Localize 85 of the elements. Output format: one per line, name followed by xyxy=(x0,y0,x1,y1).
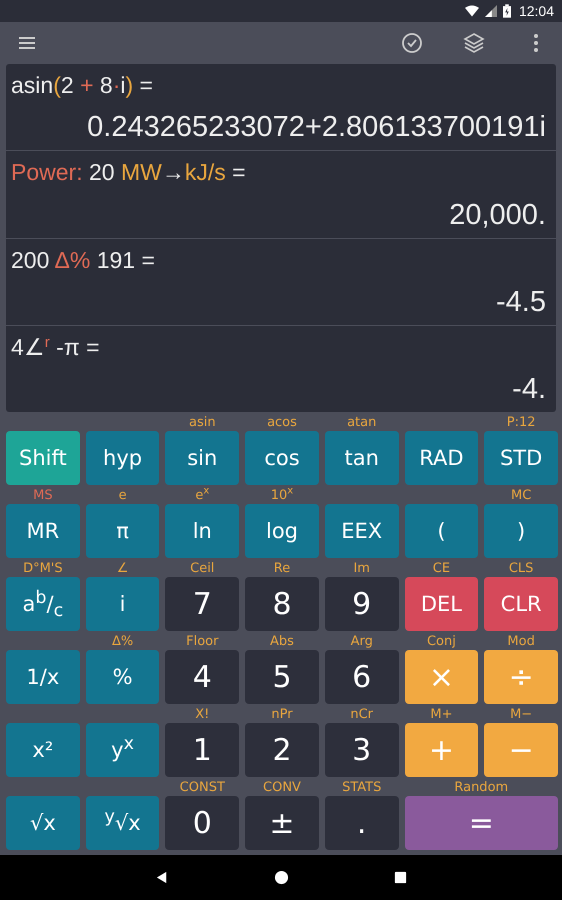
shift-label: CONV xyxy=(263,779,301,796)
expression: 4∠$^{r}$ -π = xyxy=(11,334,101,361)
shift-label: X! xyxy=(195,706,210,723)
shift-label: Conj xyxy=(426,633,456,650)
expression: Power: 20 MW→kJ/s = xyxy=(11,159,247,186)
key-button[interactable]: 7 xyxy=(165,577,240,631)
shift-label: CONST xyxy=(180,779,225,796)
result: -4. xyxy=(511,373,546,406)
key-button[interactable]: . xyxy=(324,796,399,850)
shift-label: Random xyxy=(454,779,508,796)
signal-icon xyxy=(484,5,498,17)
home-icon[interactable] xyxy=(274,870,288,885)
key-button[interactable]: Shift xyxy=(6,431,80,485)
shift-label: e xyxy=(118,487,127,504)
shift-label: D°M'S xyxy=(23,560,63,577)
key-button[interactable]: i xyxy=(86,577,160,631)
key-button[interactable]: $^{y}$√x xyxy=(86,796,160,850)
shift-label: CLS xyxy=(508,560,534,577)
shift-label: CE xyxy=(432,560,450,577)
shift-label: 10$^{x}$ xyxy=(270,487,294,504)
key-button[interactable]: 0 xyxy=(165,796,240,850)
key-button[interactable]: hyp xyxy=(86,431,160,485)
result: -4.5 xyxy=(495,286,546,319)
recents-icon[interactable] xyxy=(392,870,408,885)
key-button[interactable]: 1 xyxy=(165,723,240,777)
key-button[interactable]: tan xyxy=(324,431,399,485)
clock-icon[interactable] xyxy=(400,31,424,55)
shift-label: P:12 xyxy=(506,414,536,431)
key-button[interactable]: 4 xyxy=(165,650,240,704)
key-button[interactable]: RAD xyxy=(404,431,478,485)
shift-label: acos xyxy=(267,414,297,431)
key-button[interactable]: 2 xyxy=(245,723,319,777)
shift-label: STATS xyxy=(342,779,382,796)
key-button[interactable]: EEX xyxy=(324,504,399,558)
key-button[interactable]: a$^{b}$/$_{c}$ xyxy=(6,577,80,631)
key-button[interactable]: ± xyxy=(245,796,319,850)
key-button[interactable]: x² xyxy=(6,723,80,777)
shift-label: Ceil xyxy=(190,560,214,577)
key-button[interactable]: 5 xyxy=(245,650,319,704)
key-button[interactable]: π xyxy=(86,504,160,558)
key-button[interactable]: STD xyxy=(484,431,558,485)
wifi-icon xyxy=(464,5,479,17)
key-button[interactable]: ( xyxy=(404,504,478,558)
shift-label: Floor xyxy=(186,633,218,650)
shift-label: e$^{x}$ xyxy=(195,487,210,504)
shift-label: asin xyxy=(188,414,216,431)
key-button[interactable]: y$^{x}$ xyxy=(86,723,160,777)
shift-label: Abs xyxy=(270,633,294,650)
expression: asin(2 + 8·i) = xyxy=(11,72,154,99)
shift-label: Re xyxy=(274,560,290,577)
shift-label: Im xyxy=(353,560,370,577)
shift-label: ∠ xyxy=(116,560,128,577)
result: 0.243265233072+2.806133700191i xyxy=(86,111,546,144)
shift-label: M− xyxy=(510,706,532,723)
shift-label: MC xyxy=(510,487,532,504)
shift-label: Arg xyxy=(350,633,373,650)
shift-label: atan xyxy=(347,414,376,431)
shift-label: MS xyxy=(33,487,53,504)
key-button[interactable]: 1/x xyxy=(6,650,80,704)
key-button[interactable]: 6 xyxy=(324,650,399,704)
key-button[interactable]: MR xyxy=(6,504,80,558)
layers-icon[interactable] xyxy=(462,31,486,55)
key-button[interactable]: log xyxy=(245,504,319,558)
key-button[interactable]: cos xyxy=(245,431,319,485)
key-button[interactable]: DEL xyxy=(404,577,478,631)
result: 20,000. xyxy=(448,198,546,232)
key-button[interactable]: sin xyxy=(165,431,240,485)
key-button[interactable]: = xyxy=(404,796,558,850)
shift-label: nPr xyxy=(271,706,293,723)
key-button[interactable]: 9 xyxy=(324,577,399,631)
key-button[interactable]: 8 xyxy=(245,577,319,631)
battery-icon xyxy=(502,4,511,18)
key-button[interactable]: 3 xyxy=(324,723,399,777)
back-icon[interactable] xyxy=(154,870,170,885)
shift-label: nCr xyxy=(350,706,374,723)
key-button[interactable]: ) xyxy=(484,504,558,558)
shift-label: Mod xyxy=(507,633,535,650)
shift-label: M+ xyxy=(430,706,452,723)
key-button[interactable]: √x xyxy=(6,796,80,850)
key-button[interactable]: CLR xyxy=(484,577,558,631)
shift-label: Δ% xyxy=(112,633,134,650)
expression: 200 Δ% 191 = xyxy=(11,246,156,274)
key-button[interactable]: % xyxy=(86,650,160,704)
key-button[interactable]: ln xyxy=(165,504,240,558)
clock-time: 12:04 xyxy=(518,3,554,19)
